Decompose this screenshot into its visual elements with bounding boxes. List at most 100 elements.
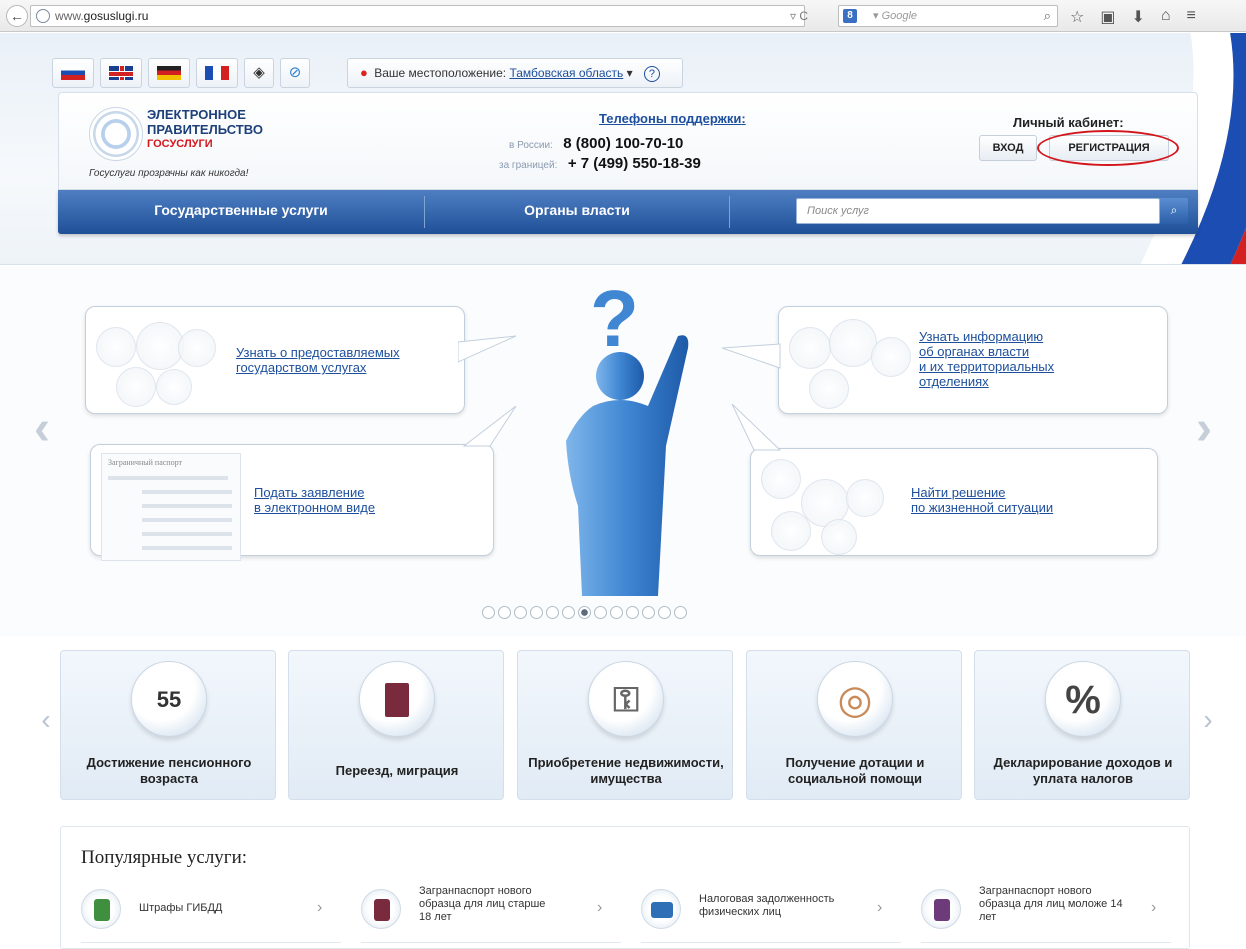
help-icon[interactable]: ? xyxy=(643,66,660,82)
compass-icon[interactable]: ⊘ xyxy=(280,58,310,88)
lang-ru-button[interactable] xyxy=(52,58,94,88)
header-panel: ЭЛЕКТРОННОЕ ПРАВИТЕЛЬСТВО ГОСУСЛУГИ Госу… xyxy=(58,92,1198,190)
keys-icon: ⚿ xyxy=(588,661,664,737)
search-icon[interactable]: ⌕ xyxy=(1044,6,1051,26)
document-icon xyxy=(156,369,192,405)
categories-next-icon[interactable]: › xyxy=(1196,690,1220,750)
calendar-icon: 55 xyxy=(131,661,207,737)
bookmarks-icon[interactable]: ▣ xyxy=(1100,7,1115,27)
chevron-right-icon: › xyxy=(597,899,603,916)
popular-item[interactable]: Штрафы ГИБДД › xyxy=(81,889,341,943)
category-label: Приобретение недвижимости, имущества xyxy=(528,755,724,786)
carousel-next-icon[interactable]: › xyxy=(1196,401,1212,456)
logo-title[interactable]: ЭЛЕКТРОННОЕ ПРАВИТЕЛЬСТВО xyxy=(147,107,263,137)
home-icon[interactable]: ⌂ xyxy=(1161,7,1171,27)
popular-item[interactable]: Загранпаспорт нового образца для лиц мол… xyxy=(921,885,1171,943)
download-icon[interactable]: ⬇ xyxy=(1131,7,1144,27)
nav-authorities[interactable]: Органы власти xyxy=(425,190,729,234)
address-bar[interactable]: www.gosuslugi.ru xyxy=(30,5,805,27)
lang-de-button[interactable] xyxy=(148,58,190,88)
browser-search-input[interactable]: 8 ▾ Google ⌕ xyxy=(838,5,1058,27)
site-search-button[interactable]: ⌕ xyxy=(1160,198,1188,224)
carousel-dot[interactable] xyxy=(642,606,655,619)
carousel-dot[interactable] xyxy=(658,606,671,619)
link-authorities-line4: отделениях xyxy=(919,374,989,389)
chevron-down-icon[interactable]: ▾ xyxy=(623,66,633,80)
popular-item[interactable]: Загранпаспорт нового образца для лиц ста… xyxy=(361,885,621,943)
category-label: Получение дотации и социальной помощи xyxy=(785,755,925,786)
phone-ru-label: в России: xyxy=(509,140,553,151)
category-card[interactable]: Переезд, миграция xyxy=(288,650,504,800)
nav-divider xyxy=(729,196,730,228)
application-form-thumbnail: Заграничный паспорт xyxy=(101,453,241,561)
login-button[interactable]: ВХОД xyxy=(979,135,1037,161)
popular-item-label: Загранпаспорт нового образца для лиц ста… xyxy=(419,885,546,923)
carousel-dot[interactable] xyxy=(562,606,575,619)
carousel-dot[interactable] xyxy=(546,606,559,619)
lifebuoy-icon: ◎ xyxy=(817,661,893,737)
carousel-dot[interactable] xyxy=(482,606,495,619)
popular-title: Популярные услуги: xyxy=(81,847,248,868)
categories-prev-icon[interactable]: ‹ xyxy=(34,690,58,750)
carousel-dot[interactable] xyxy=(578,606,591,619)
lang-en-button[interactable] xyxy=(100,58,142,88)
phone-ru-number: 8 (800) 100-70-10 xyxy=(563,135,684,152)
percent-icon xyxy=(771,511,811,551)
phone-abroad-label: за границей: xyxy=(499,160,558,171)
location-label: Ваше местоположение: xyxy=(374,66,507,80)
bubble-authorities[interactable]: Узнать информацию об органах власти и их… xyxy=(778,306,1168,414)
category-card[interactable]: ⚿ Приобретение недвижимости, имущества xyxy=(517,650,733,800)
carousel-prev-icon[interactable]: ‹ xyxy=(34,401,50,456)
flag-fr-icon xyxy=(205,66,229,80)
coin-icon xyxy=(846,479,884,517)
support-title-link[interactable]: Телефоны поддержки: xyxy=(599,111,746,126)
browser-search-placeholder: ▾ Google xyxy=(873,10,918,22)
carousel-dot[interactable] xyxy=(514,606,527,619)
passport-icon xyxy=(921,889,961,929)
carousel-dot[interactable] xyxy=(530,606,543,619)
link-apply[interactable]: Подать заявление в электронном виде xyxy=(254,485,375,515)
coin-icon xyxy=(178,329,216,367)
bookmark-star-icon[interactable]: ☆ xyxy=(1070,7,1084,27)
carousel-dot[interactable] xyxy=(674,606,687,619)
bubble-life-situation[interactable]: Найти решение по жизненной ситуации xyxy=(750,448,1158,556)
bubble-apply[interactable]: Заграничный паспорт Подать заявление в э… xyxy=(90,444,494,561)
chevron-right-icon: › xyxy=(877,899,883,916)
carousel-dot[interactable] xyxy=(498,606,511,619)
link-authorities-line1: Узнать информацию xyxy=(919,329,1044,344)
carousel-dot[interactable] xyxy=(626,606,639,619)
chevron-right-icon: › xyxy=(1151,899,1157,916)
link-life-situation[interactable]: Найти решение по жизненной ситуации xyxy=(911,485,1053,515)
flag-de-icon xyxy=(157,66,181,80)
coat-of-arms-icon xyxy=(809,369,849,409)
logo-emblem-icon[interactable] xyxy=(89,107,143,161)
passport-icon xyxy=(361,889,401,929)
carousel-dot[interactable] xyxy=(594,606,607,619)
popular-item[interactable]: Налоговая задолженность физических лиц › xyxy=(641,889,901,943)
lang-fr-button[interactable] xyxy=(196,58,238,88)
passport-icon xyxy=(359,661,435,737)
category-card[interactable]: % Декларирование доходов и уплата налого… xyxy=(974,650,1190,800)
popular-item-label: Загранпаспорт нового образца для лиц мол… xyxy=(979,885,1123,923)
category-card[interactable]: 55 Достижение пенсионного возраста xyxy=(60,650,276,800)
accessibility-eye-icon[interactable]: ◈ xyxy=(244,58,274,88)
back-button[interactable]: ← xyxy=(6,5,28,27)
bubble-tail xyxy=(462,406,517,447)
search-engine-icon[interactable]: 8 xyxy=(843,9,857,23)
logo-subtitle: ГОСУСЛУГИ xyxy=(147,138,213,150)
url-domain: gosuslugi.ru xyxy=(83,9,149,23)
popular-item-label: Налоговая задолженность физических лиц xyxy=(699,893,835,918)
rings-icon xyxy=(821,519,857,555)
link-authorities[interactable]: Узнать информацию об органах власти и их… xyxy=(919,329,1054,389)
link-services[interactable]: Узнать о предоставляемых государством ус… xyxy=(236,345,400,375)
nav-gov-services[interactable]: Государственные услуги xyxy=(58,190,424,234)
location-dropdown[interactable]: Тамбовская область xyxy=(509,66,623,80)
chevron-right-icon: › xyxy=(317,899,323,916)
reload-icon[interactable]: ▿ C xyxy=(790,5,808,27)
bubble-services[interactable]: Узнать о предоставляемых государством ус… xyxy=(85,306,465,414)
site-search-input[interactable]: Поиск услуг xyxy=(796,198,1160,224)
person-question-illustration: ? xyxy=(566,276,689,596)
category-card[interactable]: ◎ Получение дотации и социальной помощи xyxy=(746,650,962,800)
menu-icon[interactable]: ≡ xyxy=(1187,7,1196,27)
carousel-dot[interactable] xyxy=(610,606,623,619)
